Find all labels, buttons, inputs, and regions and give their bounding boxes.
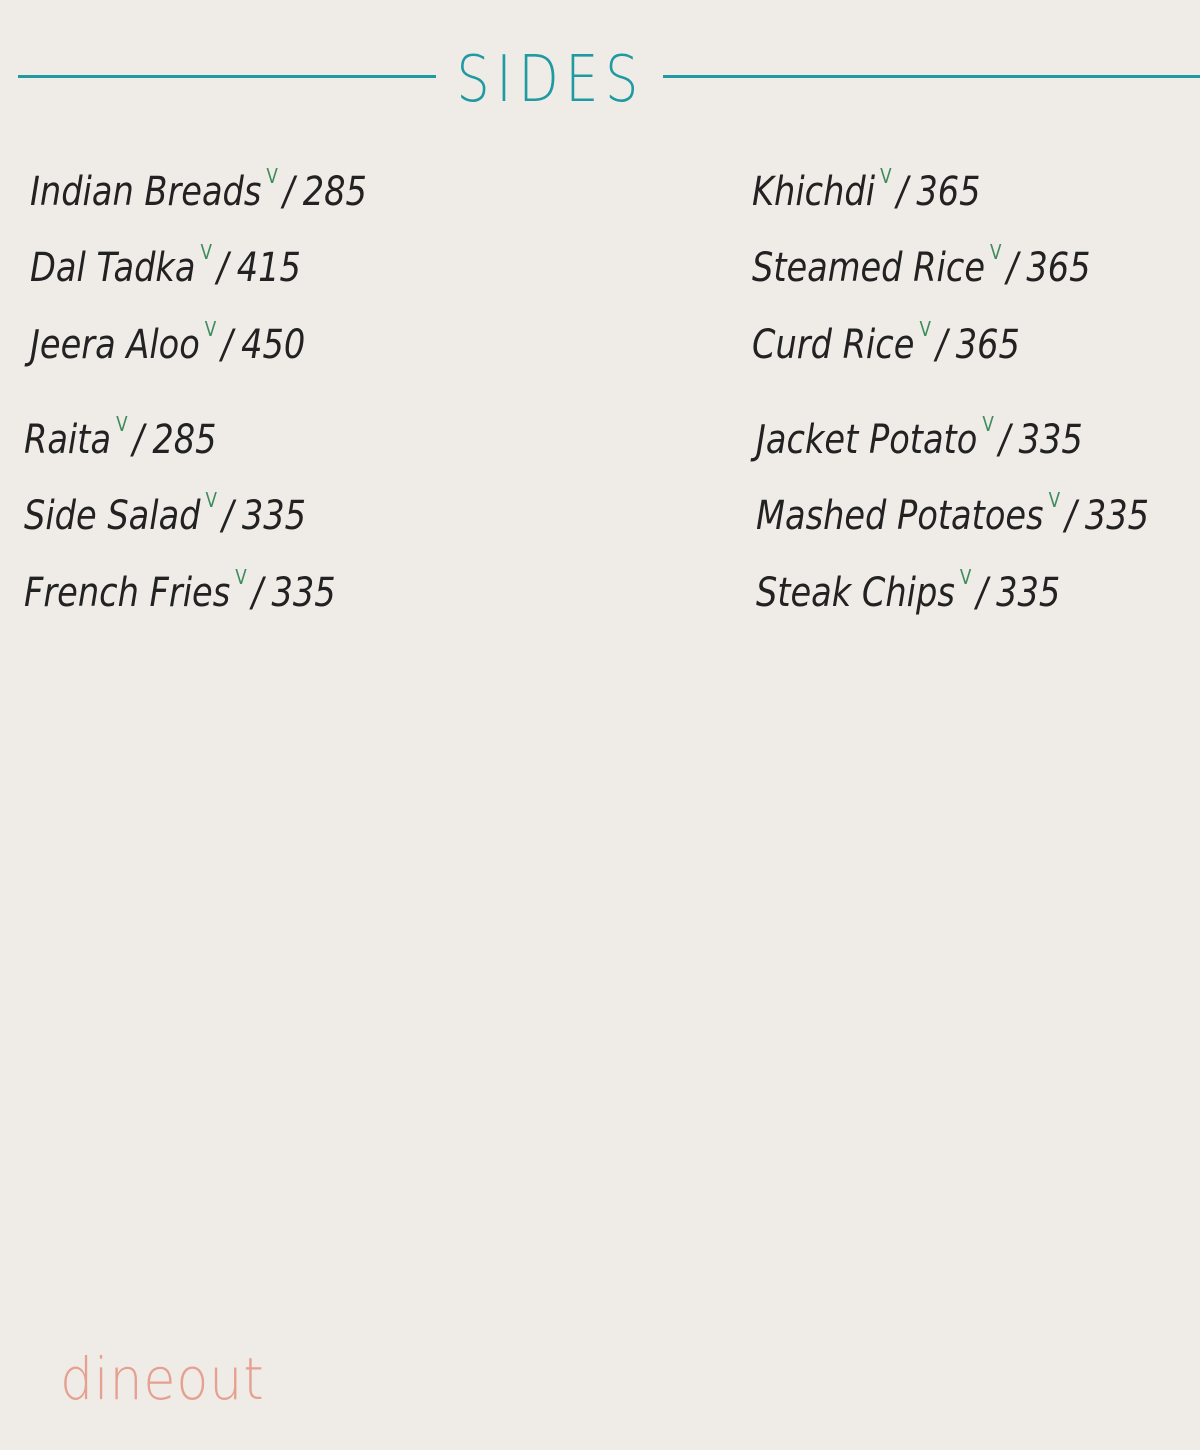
item-name: Steamed Rice: [752, 245, 986, 291]
price-separator: /: [217, 245, 229, 291]
menu-item: Jeera Aloo V/450: [30, 305, 305, 369]
dineout-watermark-logo: dineout: [60, 1345, 265, 1413]
veg-marker: V: [266, 164, 278, 188]
item-price: 335: [271, 570, 336, 616]
menu-item: Dal Tadka V/415: [30, 228, 301, 292]
item-price: 335: [241, 493, 306, 539]
veg-marker: V: [235, 565, 247, 589]
veg-marker: V: [1048, 488, 1061, 512]
veg-marker: V: [204, 317, 217, 341]
menu-item: Khichdi V/365: [752, 152, 981, 216]
item-name: Dal Tadka: [30, 245, 196, 291]
veg-marker: V: [200, 240, 212, 264]
menu-item: Raita V/285: [24, 400, 216, 464]
menu-item: Indian Breads V/285: [30, 152, 367, 216]
price-separator: /: [1065, 493, 1077, 539]
veg-marker: V: [959, 565, 972, 589]
item-price: 365: [916, 169, 981, 215]
item-name: Jacket Potato: [756, 417, 978, 463]
item-name: Curd Rice: [752, 322, 915, 368]
item-name: Mashed Potatoes: [756, 493, 1044, 539]
item-price: 285: [152, 417, 217, 463]
price-separator: /: [132, 417, 144, 463]
item-name: French Fries: [24, 570, 231, 616]
price-separator: /: [222, 493, 234, 539]
price-separator: /: [282, 169, 295, 215]
item-price: 335: [996, 570, 1061, 616]
item-name: Side Salad: [24, 493, 201, 539]
item-price: 285: [302, 169, 367, 215]
item-price: 335: [1018, 417, 1083, 463]
menu-item: Mashed Potatoes V/335: [756, 476, 1149, 540]
menu-item: Jacket Potato V/335: [756, 400, 1083, 464]
veg-marker: V: [919, 317, 931, 341]
veg-marker: V: [982, 412, 994, 436]
menu-item: Steak Chips V/335: [756, 553, 1060, 617]
veg-marker: V: [205, 488, 218, 512]
menu-item: Side Salad V/335: [24, 476, 306, 540]
item-price: 415: [236, 245, 301, 291]
price-separator: /: [251, 570, 264, 616]
menu-item: Steamed Rice V/365: [752, 228, 1090, 292]
price-separator: /: [1006, 245, 1018, 291]
price-separator: /: [976, 570, 988, 616]
veg-marker: V: [990, 240, 1002, 264]
item-name: Steak Chips: [756, 570, 955, 616]
item-name: Indian Breads: [30, 169, 262, 215]
item-name: Jeera Aloo: [30, 322, 200, 368]
price-separator: /: [221, 322, 233, 368]
item-price: 365: [955, 322, 1020, 368]
price-separator: /: [935, 322, 948, 368]
item-name: Khichdi: [752, 169, 876, 215]
header-rule-left: [18, 75, 436, 78]
price-separator: /: [998, 417, 1011, 463]
item-price: 335: [1084, 493, 1150, 539]
header-rule-right: [663, 75, 1200, 78]
item-price: 365: [1026, 245, 1091, 291]
item-price: 450: [241, 322, 306, 368]
section-title: SIDES: [456, 43, 645, 117]
veg-marker: V: [116, 412, 128, 436]
menu-item: Curd Rice V/365: [752, 305, 1020, 369]
price-separator: /: [896, 169, 909, 215]
menu-item: French Fries V/335: [24, 553, 336, 617]
item-name: Raita: [24, 417, 112, 463]
veg-marker: V: [880, 164, 892, 188]
